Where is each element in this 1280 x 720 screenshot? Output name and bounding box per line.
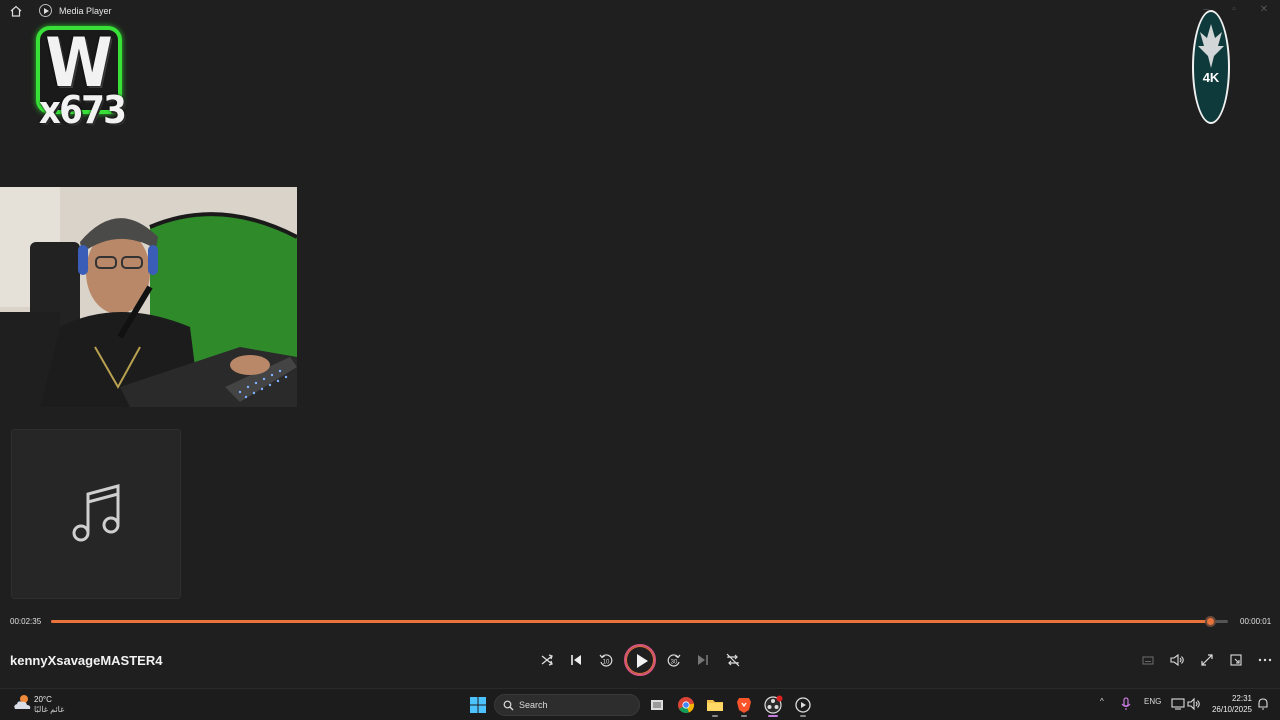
notification-bell-icon[interactable]	[1256, 697, 1270, 711]
music-note-icon	[72, 484, 120, 542]
elapsed-time: 00:02:35	[10, 617, 42, 626]
next-icon	[698, 655, 708, 665]
mini-player-icon	[1230, 654, 1242, 666]
seek-bar[interactable]	[51, 616, 1228, 627]
repeat-off-icon	[726, 653, 740, 667]
album-art-placeholder	[11, 429, 181, 599]
fullscreen-icon	[1201, 654, 1213, 666]
task-view-icon[interactable]	[647, 695, 667, 715]
show-hidden-icons-chevron[interactable]: ^	[1100, 697, 1104, 706]
next-button[interactable]	[693, 650, 713, 670]
media-player-taskbar-icon[interactable]	[793, 695, 813, 715]
svg-text:10: 10	[603, 660, 610, 666]
volume-button[interactable]	[1167, 650, 1187, 670]
channel-logo-w: W x673	[32, 24, 132, 138]
obs-running-indicator	[768, 715, 778, 717]
weather-description[interactable]: غائم غالبًا	[34, 705, 64, 714]
brave-icon[interactable]	[734, 695, 754, 715]
windows-taskbar: 20°C غائم غالبًا Search ^ ENG 22:31 26/1…	[0, 688, 1280, 720]
search-icon	[503, 700, 514, 711]
media-player-running-indicator	[800, 715, 806, 717]
skip-back-button[interactable]: 10	[596, 650, 616, 670]
skip-forward-button[interactable]: 30	[664, 650, 684, 670]
close-button[interactable]: ✕	[1258, 4, 1270, 16]
play-button[interactable]	[624, 644, 656, 676]
repeat-button[interactable]	[723, 650, 743, 670]
window-title: Media Player	[59, 6, 112, 16]
taskbar-search[interactable]: Search	[494, 694, 640, 716]
speaker-icon[interactable]	[1186, 696, 1202, 712]
weather-temperature[interactable]: 20°C	[34, 695, 52, 704]
file-explorer-icon[interactable]	[705, 695, 725, 715]
track-title[interactable]: kennyXsavageMASTER4	[10, 653, 162, 668]
webcam-feed	[0, 187, 297, 407]
windows-start-icon[interactable]	[470, 697, 486, 713]
clock-time[interactable]: 22:31	[1228, 694, 1252, 703]
svg-text:30: 30	[671, 660, 678, 666]
badge-4k-text: 4K	[1202, 70, 1220, 85]
captions-icon	[1142, 656, 1154, 665]
remaining-time: 00:00:01	[1240, 617, 1272, 626]
more-options-button[interactable]	[1255, 650, 1275, 670]
webcam-image	[0, 187, 297, 407]
phoenix-icon	[1198, 24, 1224, 68]
logo-subtext: x673	[38, 88, 127, 132]
weather-cloud-icon[interactable]	[12, 694, 32, 712]
microphone-icon[interactable]	[1118, 696, 1134, 712]
previous-icon	[571, 655, 581, 665]
seek-progress	[51, 620, 1211, 623]
obs-icon[interactable]	[763, 695, 783, 715]
mini-player-button[interactable]	[1226, 650, 1246, 670]
maximize-button[interactable]: ▫	[1228, 4, 1240, 16]
shuffle-button[interactable]	[537, 650, 557, 670]
home-icon[interactable]	[9, 4, 23, 18]
fullscreen-button[interactable]	[1197, 650, 1217, 670]
captions-button[interactable]	[1138, 650, 1158, 670]
title-bar: Media Player – ▫ ✕	[0, 0, 1280, 22]
network-icon[interactable]	[1170, 696, 1186, 712]
more-icon	[1258, 658, 1272, 662]
search-placeholder: Search	[519, 700, 548, 710]
media-player-window: Media Player – ▫ ✕ W x673 4K 00:02:35 00…	[0, 0, 1280, 720]
shuffle-icon	[541, 654, 553, 666]
volume-icon	[1170, 653, 1184, 667]
clock-date[interactable]: 26/10/2025	[1208, 705, 1252, 714]
previous-button[interactable]	[566, 650, 586, 670]
media-player-app-icon	[39, 4, 52, 17]
chrome-icon[interactable]	[676, 695, 696, 715]
skip-back-10-icon: 10	[599, 654, 613, 667]
skip-forward-30-icon: 30	[667, 654, 681, 667]
input-language[interactable]: ENG	[1144, 697, 1161, 706]
seek-thumb[interactable]	[1205, 616, 1217, 627]
brave-running-indicator	[741, 715, 747, 717]
badge-4k-logo: 4K	[1192, 10, 1230, 124]
file-explorer-running-indicator	[712, 715, 718, 717]
